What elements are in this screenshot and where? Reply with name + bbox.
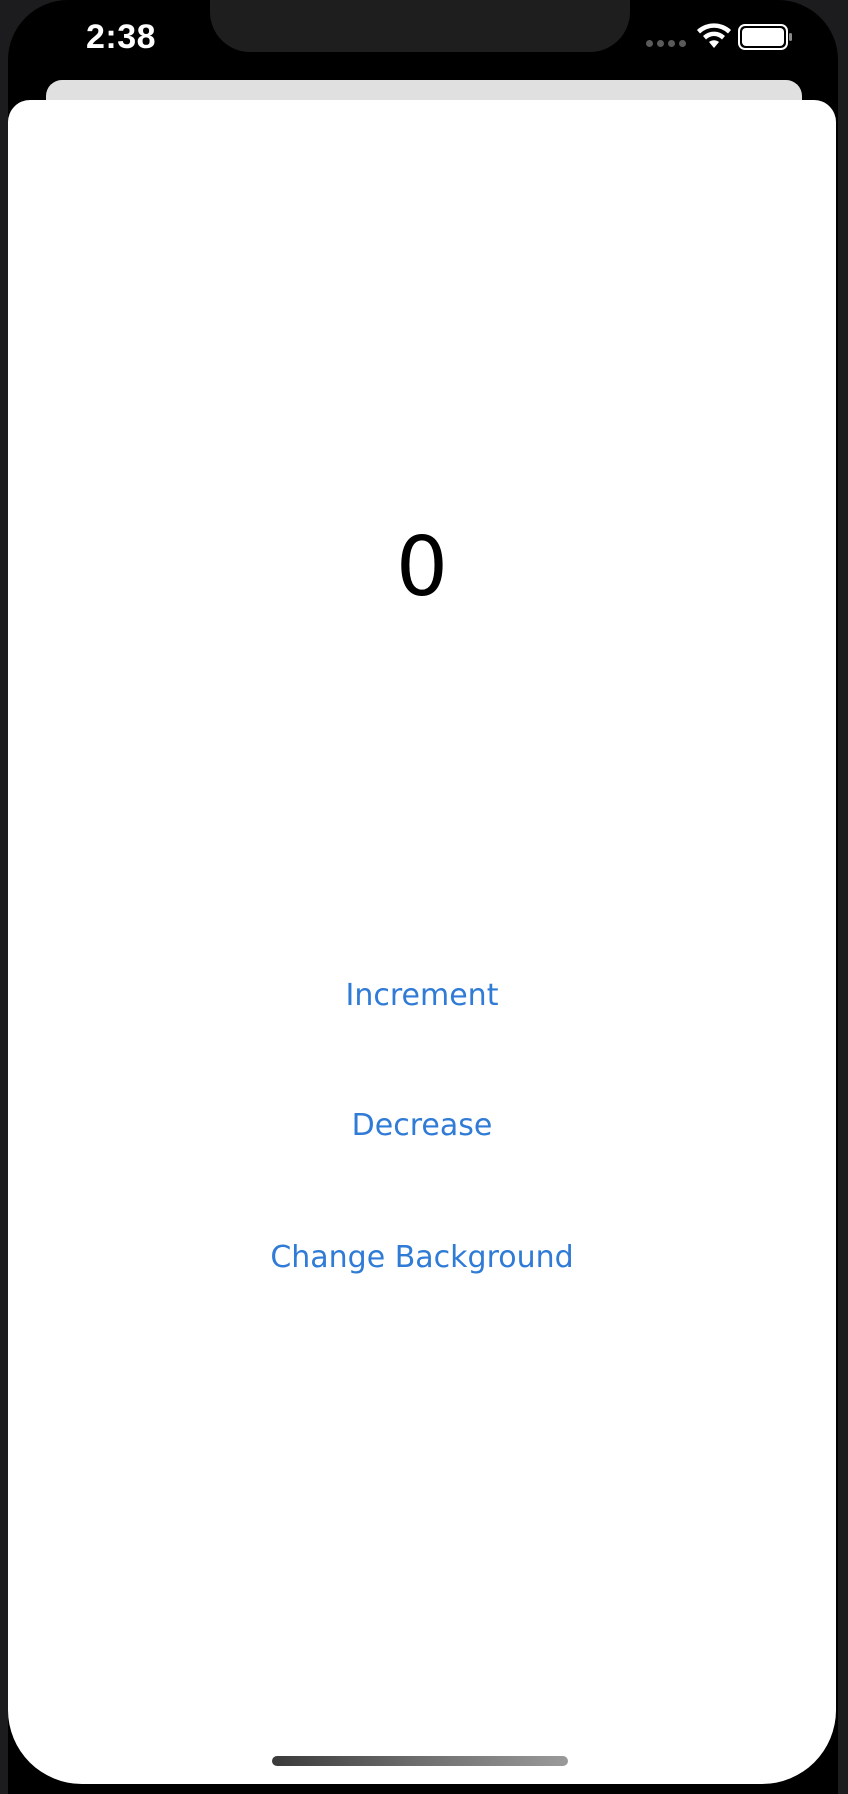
decrease-button[interactable]: Decrease xyxy=(8,1108,836,1143)
counter-value: 0 xyxy=(395,520,449,615)
modal-sheet: 0 Increment Decrease Change Background xyxy=(8,100,836,1784)
status-time: 2:38 xyxy=(86,18,157,56)
increment-button[interactable]: Increment xyxy=(8,978,836,1013)
home-indicator[interactable] xyxy=(272,1756,568,1766)
battery-icon xyxy=(738,24,792,50)
notch xyxy=(210,0,630,52)
wifi-icon xyxy=(697,23,731,48)
signal-icon xyxy=(646,40,686,47)
phone-frame: 2:38 0 Increment Decrease Change Backgro… xyxy=(8,0,838,1794)
change-background-button[interactable]: Change Background xyxy=(8,1240,836,1275)
